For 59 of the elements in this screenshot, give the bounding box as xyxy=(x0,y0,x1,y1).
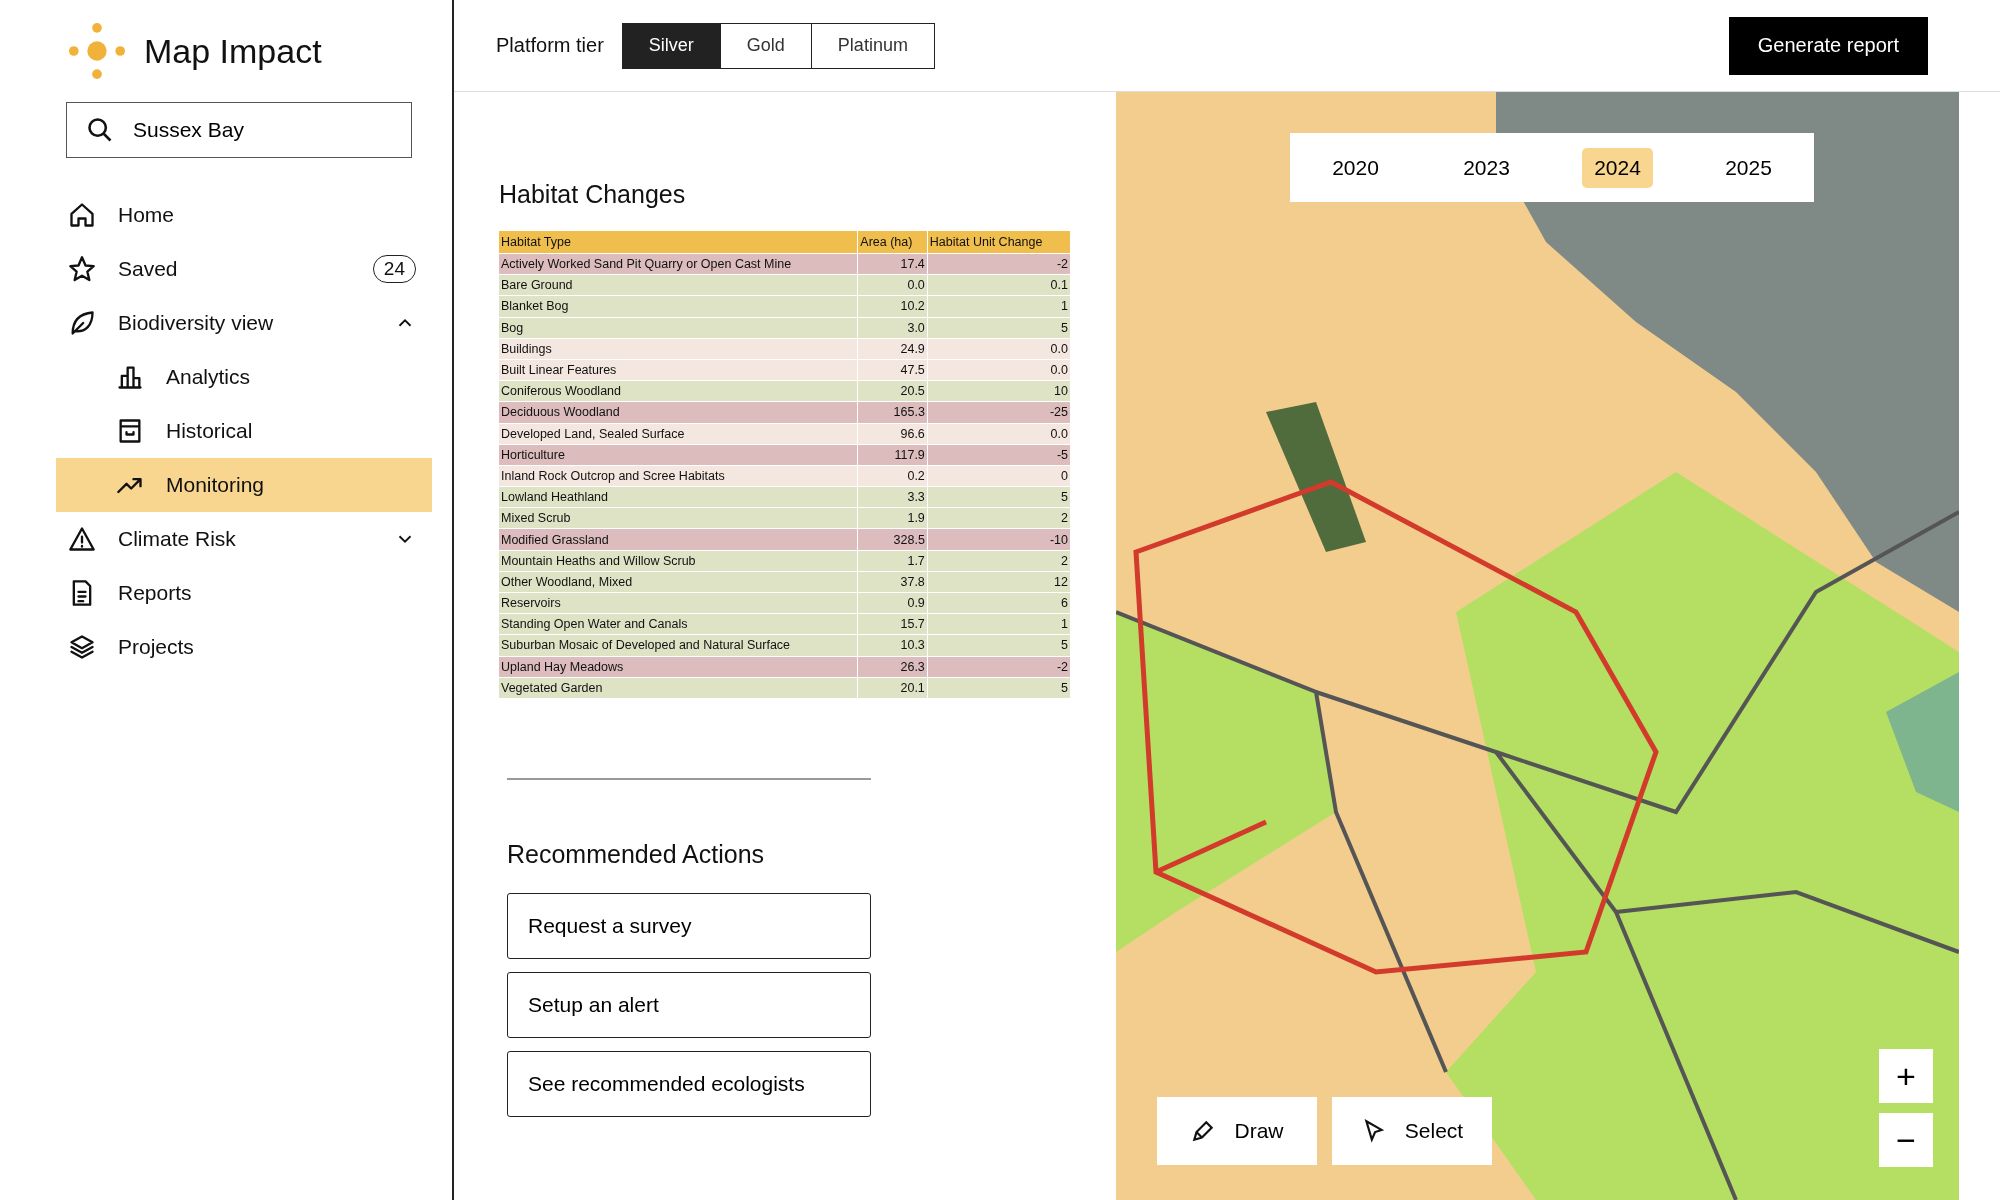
table-row: Vegetated Garden 20.1 5 xyxy=(499,677,1071,698)
table-row: Blanket Bog 10.2 1 xyxy=(499,295,1071,318)
year-tab[interactable]: 2025 xyxy=(1713,147,1784,188)
action-button[interactable]: Setup an alert xyxy=(507,971,871,1038)
year-tab[interactable]: 2020 xyxy=(1320,147,1391,188)
star-icon xyxy=(68,255,96,283)
table-row: Bog 3.0 5 xyxy=(499,317,1071,339)
action-button[interactable]: See recommended ecologists xyxy=(507,1050,871,1117)
zoom-button[interactable]: − xyxy=(1879,1113,1933,1167)
table-row: Standing Open Water and Canals 15.7 1 xyxy=(499,613,1071,635)
app-name: Map Impact xyxy=(144,31,322,71)
home-icon xyxy=(68,201,96,229)
table-row: Other Woodland, Mixed 37.8 12 xyxy=(499,571,1071,593)
search-field[interactable]: Sussex Bay xyxy=(66,102,412,158)
year-tab[interactable]: 2023 xyxy=(1451,147,1522,188)
column-header: Area (ha) xyxy=(857,231,928,254)
table-row: Bare Ground 0.0 0.1 xyxy=(499,274,1071,296)
tier-tab[interactable]: Silver xyxy=(622,23,720,68)
table-row: Built Linear Features 47.5 0.0 xyxy=(499,359,1071,381)
tier-label: Platform tier xyxy=(496,34,604,57)
table-row: Mountain Heaths and Willow Scrub 1.7 2 xyxy=(499,550,1071,572)
nav-item[interactable]: Climate Risk xyxy=(56,512,432,566)
nav-item[interactable]: Projects xyxy=(56,620,432,674)
generate-report-button[interactable]: Generate report xyxy=(1728,16,1928,75)
table-row: Inland Rock Outcrop and Scree Habitats 0.2 0 xyxy=(499,465,1071,487)
map-drawing[interactable] xyxy=(1116,92,1959,1200)
table-row: Upland Hay Meadows 26.3 -2 xyxy=(499,656,1071,678)
table-row: Developed Land, Sealed Surface 96.6 0.0 xyxy=(499,423,1071,445)
table-row: Mixed Scrub 1.9 2 xyxy=(499,507,1071,529)
table-row: Horticulture 117.9 -5 xyxy=(499,444,1071,466)
leaf-icon xyxy=(68,309,96,337)
nav-subitem[interactable]: Analytics xyxy=(56,350,432,404)
map-tool-button[interactable]: Draw xyxy=(1157,1097,1317,1165)
table-row: Buildings 24.9 0.0 xyxy=(499,338,1071,360)
layers-icon xyxy=(68,633,96,661)
warning-icon xyxy=(68,525,96,553)
nav-item[interactable]: Home xyxy=(56,188,432,242)
year-tab[interactable]: 2024 xyxy=(1582,147,1653,188)
section-title: Habitat Changes xyxy=(499,180,687,209)
nav-subitem[interactable]: Monitoring xyxy=(56,458,432,512)
zoom-button[interactable]: + xyxy=(1879,1049,1933,1103)
map-tool-button[interactable]: Select xyxy=(1332,1097,1492,1165)
table-row: Coniferous Woodland 20.5 10 xyxy=(499,380,1071,402)
sun-logo-icon xyxy=(68,22,126,80)
table-row: Modified Grassland 328.5 -10 xyxy=(499,528,1071,551)
nav-item[interactable]: Biodiversity view xyxy=(56,296,432,350)
table-row: Actively Worked Sand Pit Quarry or Open Cast Mine 17.4 -2 xyxy=(499,253,1071,275)
search-icon xyxy=(86,116,114,144)
table-row: Lowland Heathland 3.3 5 xyxy=(499,486,1071,508)
nav-item[interactable]: Reports xyxy=(56,566,432,620)
table-row: Deciduous Woodland 165.3 -25 xyxy=(499,401,1071,423)
table-row: Suburban Mosaic of Developed and Natural Surface 10.3 5 xyxy=(499,634,1071,657)
column-header: Habitat Type xyxy=(499,231,858,254)
action-button[interactable]: Request a survey xyxy=(507,892,871,959)
section-title: Recommended Actions xyxy=(507,839,766,869)
nav-subitem[interactable]: Historical xyxy=(56,404,432,458)
nav-item[interactable]: Saved 24 xyxy=(56,242,432,296)
column-header: Habitat Unit Change xyxy=(927,231,1071,254)
table-row: Reservoirs 0.9 6 xyxy=(499,592,1071,614)
